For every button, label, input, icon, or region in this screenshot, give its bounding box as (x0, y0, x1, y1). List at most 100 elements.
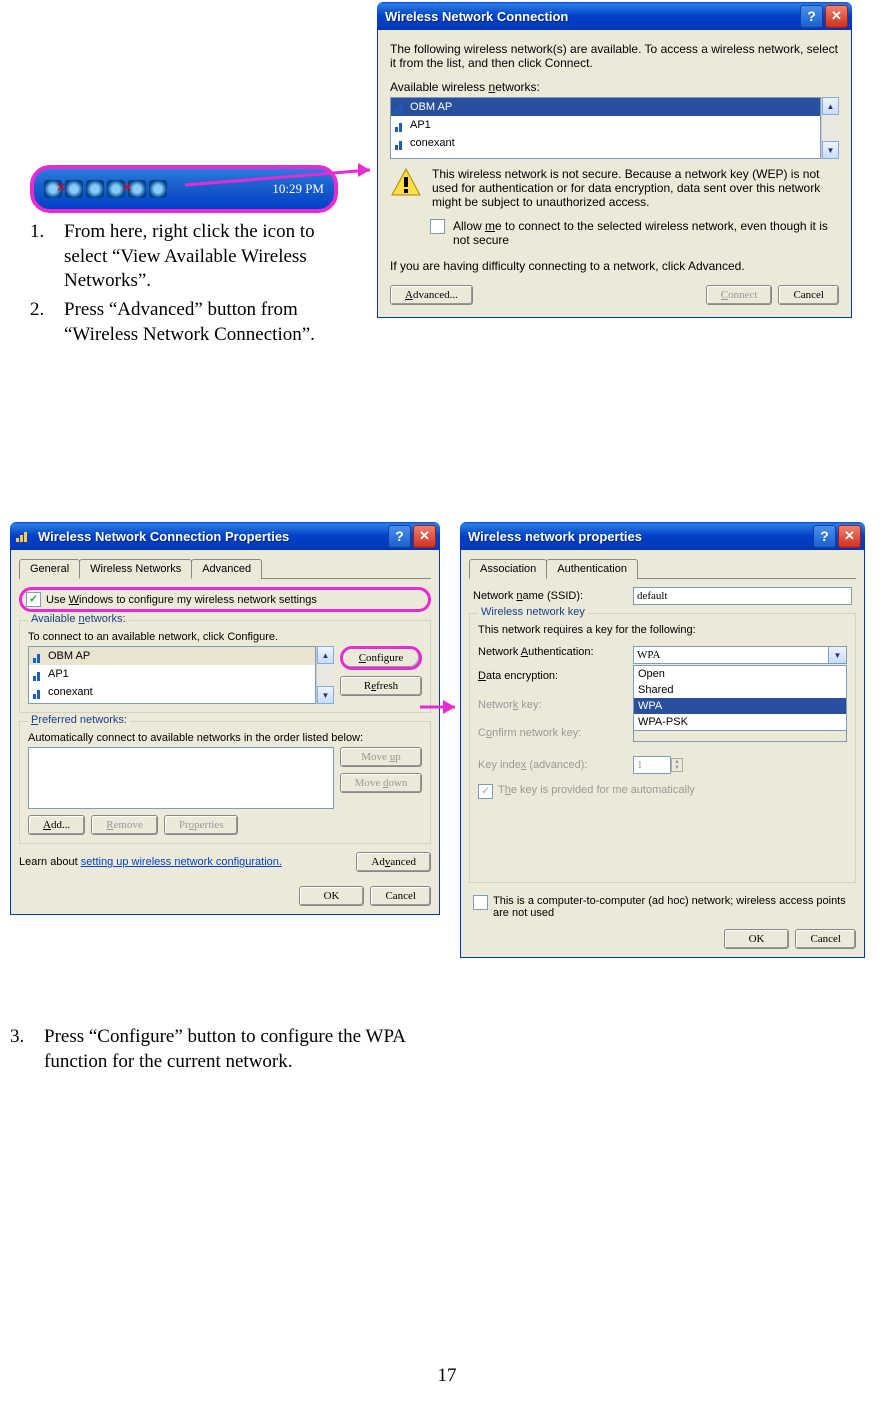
scroll-up-icon[interactable]: ▲ (822, 97, 839, 115)
network-key-label: Network key: (478, 699, 633, 711)
auto-key-checkbox: ✓ (478, 784, 493, 799)
network-item-selected[interactable]: OBM AP (391, 98, 820, 116)
warning-icon (390, 167, 422, 199)
tabs: General Wireless Networks Advanced (19, 558, 431, 579)
network-properties-dialog: Wireless network properties ? ✕ Associat… (460, 522, 865, 958)
adhoc-checkbox[interactable] (473, 895, 488, 910)
ok-button[interactable]: OK (724, 929, 790, 949)
tab-association[interactable]: Association (469, 559, 547, 579)
auth-option[interactable]: WPA-PSK (634, 714, 846, 730)
add-button[interactable]: Add... (28, 815, 85, 835)
disabled-x-icon: × (56, 177, 66, 198)
adhoc-label: This is a computer-to-computer (ad hoc) … (493, 895, 852, 919)
key-hint: This network requires a key for the foll… (478, 624, 847, 636)
network-item[interactable]: conexant (29, 683, 315, 701)
tab-general[interactable]: General (19, 559, 80, 579)
auth-option[interactable]: Shared (634, 682, 846, 698)
network-item[interactable]: AP1 (29, 665, 315, 683)
connect-button[interactable]: Connect (706, 285, 773, 305)
tray-icon[interactable] (86, 180, 104, 198)
available-label: Available wireless networks: (390, 80, 839, 94)
preferred-hint: Automatically connect to available netwo… (28, 732, 422, 744)
cancel-button[interactable]: Cancel (370, 886, 431, 906)
wireless-icon (14, 528, 30, 544)
move-down-button[interactable]: Move down (340, 773, 422, 793)
scrollbar[interactable]: ▲▼ (316, 646, 334, 704)
cancel-button[interactable]: Cancel (795, 929, 856, 949)
tab-authentication[interactable]: Authentication (546, 559, 638, 579)
scroll-down-icon[interactable]: ▼ (317, 686, 334, 704)
tab-advanced[interactable]: Advanced (191, 559, 262, 579)
preferred-list[interactable] (28, 747, 334, 809)
available-list[interactable]: OBM AP AP1 conexant (28, 646, 316, 704)
network-list[interactable]: OBM AP AP1 conexant (390, 97, 821, 159)
available-legend: Available networks: (28, 613, 129, 625)
close-button[interactable]: ✕ (838, 525, 861, 548)
key-legend: Wireless network key (478, 606, 588, 618)
tabs: Association Authentication (469, 558, 856, 579)
key-index-input (633, 756, 671, 774)
help-button[interactable]: ? (388, 525, 411, 548)
help-button[interactable]: ? (800, 5, 823, 28)
cancel-button[interactable]: Cancel (778, 285, 839, 305)
learn-link[interactable]: setting up wireless network configuratio… (81, 856, 282, 868)
tray-icon[interactable] (65, 180, 83, 198)
help-button[interactable]: ? (813, 525, 836, 548)
network-item[interactable]: conexant (391, 134, 820, 152)
signal-icon (395, 136, 406, 150)
confirm-key-label: Confirm network key: (478, 727, 633, 739)
auto-key-label: The key is provided for me automatically (498, 784, 695, 799)
auth-option-selected[interactable]: WPA (634, 698, 846, 714)
signal-icon (33, 667, 44, 681)
step-3: 3.Press “Configure” button to configure … (10, 1025, 470, 1074)
ssid-input[interactable] (633, 587, 852, 605)
network-item[interactable]: OBM AP (29, 647, 315, 665)
refresh-button[interactable]: Refresh (340, 676, 422, 696)
key-index-label: Key index (advanced): (478, 759, 633, 771)
ok-button[interactable]: OK (299, 886, 365, 906)
tray-clock: 10:29 PM (272, 181, 324, 197)
connection-properties-dialog: Wireless Network Connection Properties ?… (10, 522, 440, 915)
remove-button[interactable]: Remove (91, 815, 158, 835)
advanced-button[interactable]: Advanced (356, 852, 431, 872)
allow-checkbox[interactable] (430, 219, 445, 234)
network-item[interactable]: AP1 (391, 116, 820, 134)
disabled-x-icon: × (122, 177, 132, 198)
signal-icon (33, 649, 44, 663)
scrollbar[interactable]: ▲▼ (821, 97, 839, 159)
advanced-button[interactable]: Advanced... (390, 285, 473, 305)
window-title: Wireless Network Connection (381, 9, 798, 24)
difficulty-text: If you are having difficulty connecting … (390, 259, 839, 273)
titlebar[interactable]: Wireless Network Connection Properties ?… (10, 522, 440, 550)
close-button[interactable]: ✕ (413, 525, 436, 548)
auth-dropdown-list[interactable]: Open Shared WPA WPA-PSK (633, 665, 847, 731)
close-button[interactable]: ✕ (825, 5, 848, 28)
scroll-up-icon[interactable]: ▲ (317, 646, 334, 664)
auth-option[interactable]: Open (634, 666, 846, 682)
tray-icon[interactable] (149, 180, 167, 198)
move-up-button[interactable]: Move up (340, 747, 422, 767)
intro-text: The following wireless network(s) are av… (390, 42, 839, 70)
tab-wireless-networks[interactable]: Wireless Networks (79, 559, 192, 579)
preferred-networks-group: Preferred networks: Automatically connec… (19, 721, 431, 844)
signal-icon (33, 685, 44, 699)
titlebar[interactable]: Wireless Network Connection ? ✕ (377, 2, 852, 30)
use-windows-label: Use Windows to configure my wireless net… (46, 594, 317, 606)
dropdown-icon[interactable]: ▼ (828, 646, 847, 664)
properties-button[interactable]: Properties (164, 815, 239, 835)
configure-button[interactable]: Configure (340, 646, 422, 670)
warning-text: This wireless network is not secure. Bec… (432, 167, 839, 209)
window-title: Wireless Network Connection Properties (34, 529, 386, 544)
scroll-down-icon[interactable]: ▼ (822, 141, 839, 159)
wireless-key-group: Wireless network key This network requir… (469, 613, 856, 883)
window-title: Wireless network properties (464, 529, 811, 544)
wireless-connection-dialog: Wireless Network Connection ? ✕ The foll… (377, 2, 852, 318)
use-windows-checkbox[interactable]: ✓ (26, 592, 41, 607)
titlebar[interactable]: Wireless network properties ? ✕ (460, 522, 865, 550)
allow-label: Allow me to connect to the selected wire… (453, 219, 839, 247)
signal-icon (395, 100, 406, 114)
available-networks-group: Available networks: To connect to an ava… (19, 620, 431, 713)
system-tray[interactable]: × × 10:29 PM (30, 165, 338, 213)
learn-text: Learn about setting up wireless network … (19, 856, 356, 868)
auth-select[interactable] (633, 646, 828, 664)
